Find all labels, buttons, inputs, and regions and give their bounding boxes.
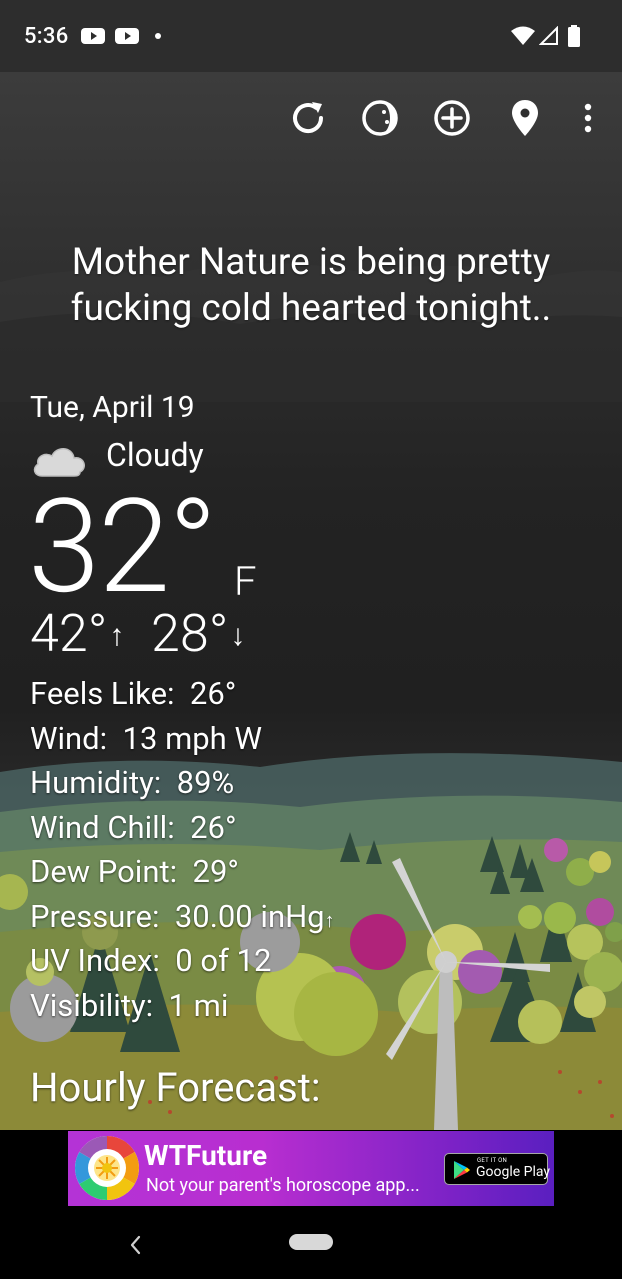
zodiac-wheel-icon [75,1136,139,1200]
forecast-date: Tue, April 19 [30,390,195,425]
badge-store-name: Google Play [476,1164,551,1180]
detail-label: Humidity: [30,764,162,801]
detail-value: 29° [192,853,239,890]
moon-phase-icon [362,100,398,136]
youtube-icon [114,22,140,50]
detail-feels-like: Feels Like: 26° [30,674,236,714]
detail-label: Visibility: [30,987,154,1024]
detail-value: 30.00 inHg [174,898,325,935]
current-temperature: 32° [28,470,217,623]
detail-humidity: Humidity: 89% [30,763,234,803]
detail-uv-index: UV Index: 0 of 12 [30,941,271,981]
refresh-icon [293,102,324,134]
high-temperature: 42° [30,603,108,664]
system-nav-bar [0,1212,622,1279]
notification-dot-icon [152,22,164,50]
weather-headline: Mother Nature is being pretty fucking co… [70,241,552,330]
detail-value: 0 of 12 [175,942,272,979]
detail-label: UV Index: [30,942,160,979]
detail-label: Wind: [30,720,108,757]
ad-banner[interactable]: WTFuture Not your parent's horoscope app… [68,1131,554,1206]
wifi-icon [510,22,536,50]
back-icon[interactable] [122,1230,148,1260]
signal-icon [538,22,560,50]
detail-label: Feels Like: [30,675,175,712]
high-arrow-icon: ↑ [109,618,125,653]
hourly-forecast-title: Hourly Forecast: [30,1064,321,1111]
detail-value: 26° [189,675,237,712]
detail-label: Dew Point: [30,853,178,890]
pressure-trend-icon: ↑ [324,908,335,932]
high-low-temperatures: 42°↑ 28°↓ [30,604,245,666]
detail-label: Pressure: [30,898,160,935]
ad-subtitle: Not your parent's horoscope app... [146,1175,420,1196]
detail-value: 1 mi [168,987,229,1024]
detail-value: 89% [176,764,235,801]
overflow-menu-button[interactable] [566,96,610,140]
screen: 5:36 Mother Nature is being pretty fucki… [0,0,622,1279]
weather-condition: Cloudy [106,436,204,474]
detail-label: Wind Chill: [30,809,175,846]
toolbar [0,72,622,164]
detail-wind: Wind: 13 mph W [30,719,262,759]
temperature-unit: F [234,558,257,605]
detail-value: 26° [190,809,237,846]
more-vert-icon [584,103,592,133]
detail-visibility: Visibility: 1 mi [30,986,228,1026]
low-temperature: 28° [151,603,229,664]
detail-pressure: Pressure: 30.00 inHg↑ [30,897,335,940]
location-pin-icon [512,100,538,136]
badge-small-text: GET IT ON [477,1157,508,1164]
ad-title: WTFuture [144,1139,268,1172]
detail-value: 13 mph W [122,720,262,757]
youtube-icon [80,22,106,50]
detail-wind-chill: Wind Chill: 26° [30,808,237,848]
low-arrow-icon: ↓ [230,618,246,653]
status-time: 5:36 [24,24,69,49]
google-play-icon [454,1161,470,1179]
battery-icon [566,22,582,50]
moon-phase-button[interactable] [358,96,402,140]
status-bar: 5:36 [0,0,622,72]
detail-dew-point: Dew Point: 29° [30,852,239,892]
home-pill[interactable] [289,1234,333,1250]
refresh-button[interactable] [286,96,330,140]
location-button[interactable] [503,96,547,140]
google-play-badge[interactable]: GET IT ON Google Play [444,1153,551,1185]
add-location-button[interactable] [430,96,474,140]
add-location-icon [434,100,470,136]
